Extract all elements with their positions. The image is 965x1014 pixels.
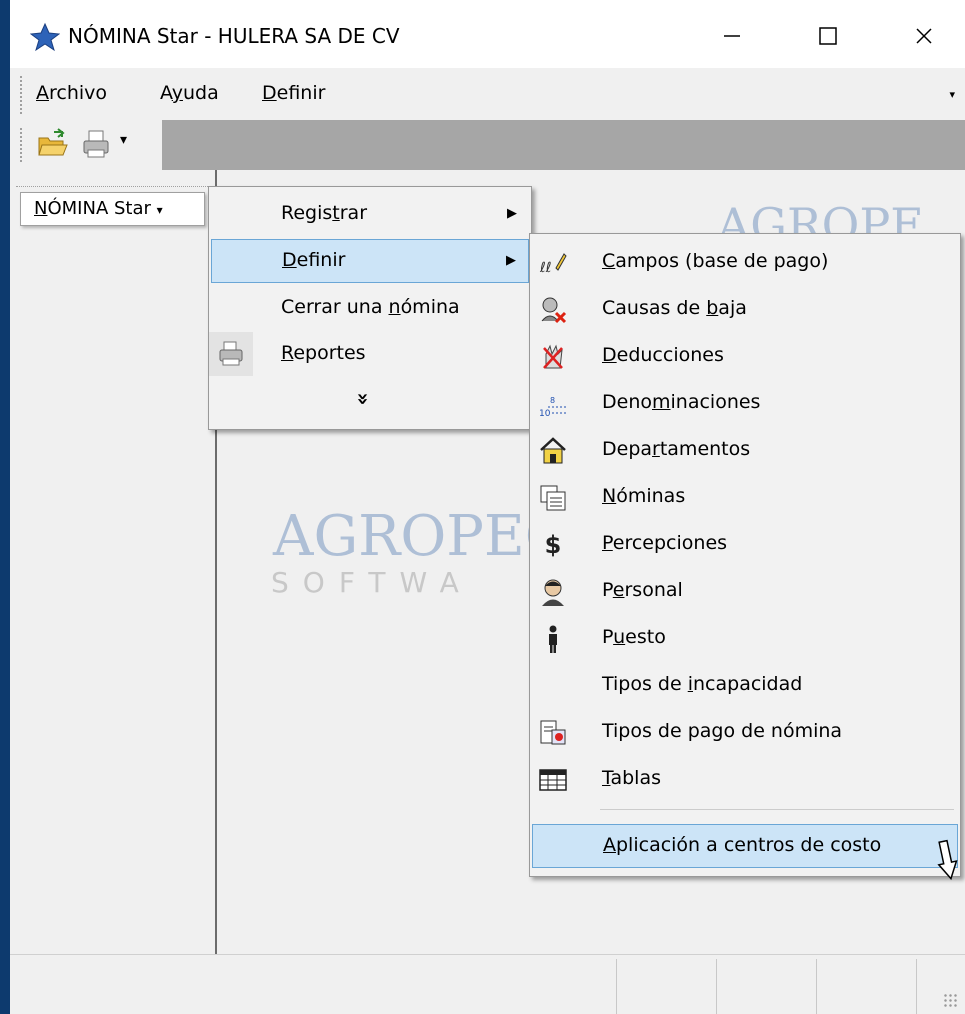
app-window: NÓMINA Star - HULERA SA DE CV Archivo Ay…: [10, 0, 965, 1014]
svg-text:10: 10: [539, 409, 551, 419]
menu-item-percepciones[interactable]: $ Percepciones: [532, 523, 958, 567]
submenu-arrow-icon: ▶: [506, 253, 516, 268]
minimize-icon: [724, 35, 740, 37]
table-icon: [538, 765, 568, 795]
print-dropdown-icon[interactable]: ▾: [120, 132, 127, 148]
status-separator: [616, 959, 617, 1014]
person-icon: [538, 577, 568, 607]
fields-icon: ℓℓ: [538, 248, 568, 278]
maximize-button[interactable]: [798, 14, 858, 58]
position-icon: [538, 624, 568, 654]
house-icon: [538, 436, 568, 466]
menu-item-definir[interactable]: Definir ▶: [211, 239, 529, 283]
menu-item-cerrar-nomina[interactable]: Cerrar una nómina: [211, 287, 529, 331]
toolbar-grip: [20, 128, 26, 162]
expand-menu-icon[interactable]: »: [351, 393, 375, 406]
left-pane: NÓMINA Star ▾ ◂: [10, 170, 217, 1001]
close-button[interactable]: [894, 14, 954, 58]
toolbar: ▾: [10, 120, 965, 170]
status-separator: [916, 959, 917, 1014]
mouse-cursor-icon: [937, 839, 958, 881]
payment-types-icon: [538, 718, 568, 748]
menu-item-campos[interactable]: ℓℓ Campos (base de pago): [532, 241, 958, 285]
payrolls-icon: [538, 483, 568, 513]
menu-ayuda[interactable]: Ayuda: [160, 82, 219, 104]
menu-item-departamentos[interactable]: Departamentos: [532, 429, 958, 473]
menu-item-tablas[interactable]: Tablas: [532, 758, 958, 802]
submenu-arrow-icon: ▶: [507, 206, 517, 221]
menu-definir[interactable]: Definir: [262, 82, 325, 104]
watermark-subtitle: SOFTWA: [271, 566, 473, 599]
menu-item-registrar[interactable]: Registrar ▶: [211, 193, 529, 237]
denominations-icon: 10 8: [538, 389, 568, 419]
chevron-down-icon: ▾: [156, 203, 163, 217]
menu-item-causas-baja[interactable]: Causas de baja: [532, 288, 958, 332]
menu-item-reportes[interactable]: Reportes: [209, 332, 529, 377]
status-bar: [10, 954, 965, 1014]
status-separator: [716, 959, 717, 1014]
minimize-button[interactable]: [702, 14, 762, 58]
menu-nomina-star: Registrar ▶ Definir ▶ Cerrar una nómina …: [208, 186, 532, 430]
menu-item-denominaciones[interactable]: 10 8 Denominaciones: [532, 382, 958, 426]
svg-text:ℓℓ: ℓℓ: [539, 260, 552, 276]
menu-item-deducciones[interactable]: Deducciones: [532, 335, 958, 379]
open-folder-icon[interactable]: [36, 128, 70, 162]
menubar-grip: [20, 76, 26, 114]
watermark-title: AGROPEC: [273, 504, 568, 569]
pane-grip: [16, 170, 212, 187]
svg-text:8: 8: [550, 396, 555, 405]
submenu-definir: ℓℓ Campos (base de pago) Causas de baja …: [529, 233, 961, 877]
nomina-star-button[interactable]: NÓMINA Star ▾: [20, 192, 205, 226]
close-icon: [916, 28, 932, 44]
toolbar-empty-area: [162, 120, 965, 170]
size-grip[interactable]: [943, 993, 959, 1009]
star-icon: [30, 22, 60, 52]
menu-item-tipos-pago-nomina[interactable]: Tipos de pago de nómina: [532, 711, 958, 755]
person-remove-icon: [538, 295, 568, 325]
dollar-icon: $: [544, 531, 562, 559]
menu-item-tipos-incapacidad[interactable]: Tipos de incapacidad: [532, 664, 958, 708]
menu-item-personal[interactable]: Personal: [532, 570, 958, 614]
menu-archivo[interactable]: Archivo: [36, 82, 107, 104]
deductions-icon: [538, 342, 568, 372]
menu-item-aplicacion-centros-costo[interactable]: Aplicación a centros de costo: [532, 824, 958, 868]
menu-bar: Archivo Ayuda Definir ▾: [10, 68, 965, 120]
maximize-icon: [819, 27, 837, 45]
status-separator: [816, 959, 817, 1014]
menu-item-puesto[interactable]: Puesto: [532, 617, 958, 661]
menu-separator: [600, 809, 954, 810]
printer-icon: [209, 332, 253, 376]
menubar-overflow-icon[interactable]: ▾: [949, 88, 955, 101]
window-title: NÓMINA Star - HULERA SA DE CV: [68, 24, 400, 48]
title-bar: NÓMINA Star - HULERA SA DE CV: [10, 0, 965, 68]
print-icon[interactable]: [80, 128, 114, 162]
menu-item-nominas[interactable]: Nóminas: [532, 476, 958, 520]
